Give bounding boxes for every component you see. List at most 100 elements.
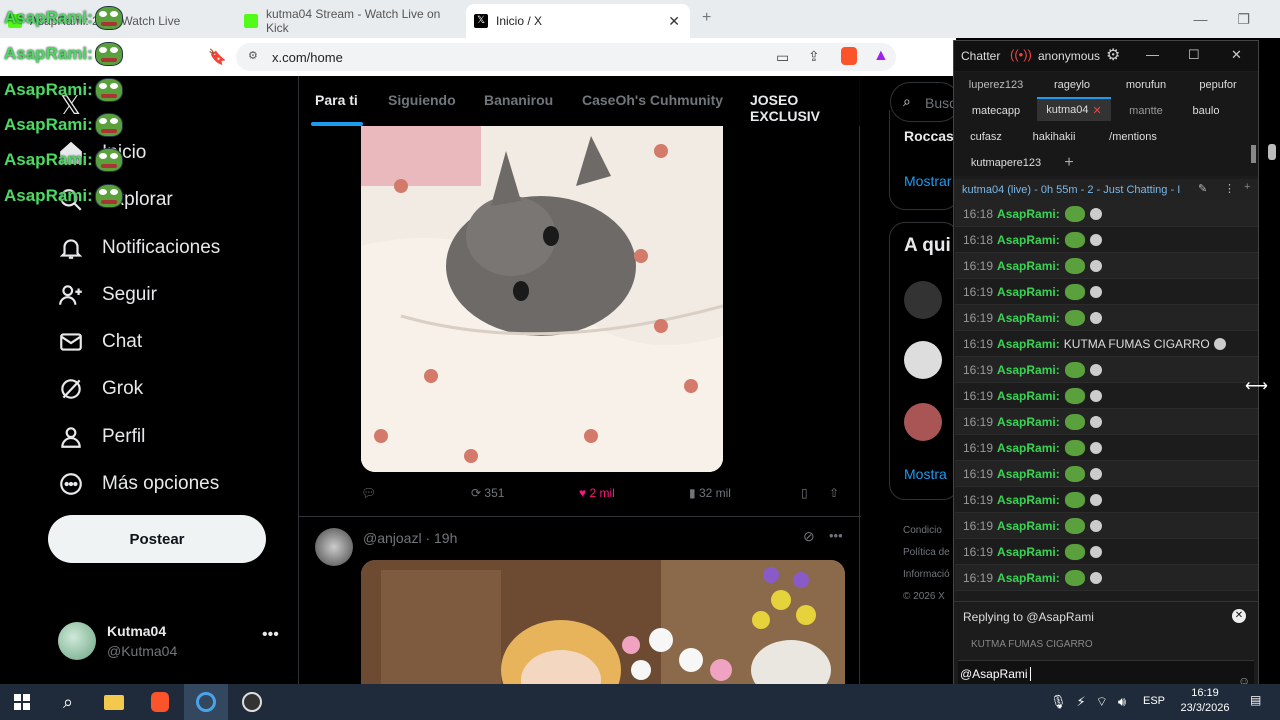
chat-message[interactable]: 16:19 AsapRami: <box>955 539 1258 565</box>
message-username[interactable]: AsapRami: <box>997 337 1060 351</box>
account-user[interactable]: anonymous <box>1038 49 1100 63</box>
page-scrollbar-thumb[interactable] <box>1268 144 1276 160</box>
footer-link[interactable]: Condicio <box>903 520 950 542</box>
edit-icon[interactable]: ✎ <box>1192 182 1214 195</box>
post-author-avatar[interactable] <box>315 528 353 566</box>
site-settings-icon[interactable]: ⚙ <box>248 49 258 62</box>
chat-message[interactable]: 16:19 AsapRami: KUTMA FUMAS CIGARRO <box>955 331 1258 357</box>
nav-grok[interactable]: Grok <box>58 376 143 402</box>
new-tab-button[interactable]: + <box>702 9 711 27</box>
wifi-icon[interactable]: ⌔ <box>1096 694 1108 710</box>
reply-icon[interactable] <box>1089 207 1102 220</box>
reply-icon[interactable] <box>1089 285 1102 298</box>
chat-message[interactable]: 16:19 AsapRami: <box>955 461 1258 487</box>
reply-icon[interactable] <box>1089 571 1102 584</box>
tab-community-2[interactable]: CaseOh's Cuhmunity <box>582 92 723 108</box>
reply-icon[interactable] <box>1089 519 1102 532</box>
suggested-avatar[interactable] <box>904 403 942 441</box>
nav-more[interactable]: Más opciones <box>58 471 219 497</box>
address-bar[interactable]: ⚙ x.com/home <box>236 43 896 71</box>
tab-for-you[interactable]: Para ti <box>315 92 358 108</box>
tab-rageylo[interactable]: rageylo <box>1035 73 1109 97</box>
reply-icon[interactable] <box>1213 337 1226 350</box>
scrollbar-thumb[interactable] <box>1251 145 1256 163</box>
add-split-icon[interactable]: + <box>1244 181 1250 193</box>
message-username[interactable]: AsapRami: <box>997 207 1060 221</box>
minimize-icon[interactable]: — <box>1193 11 1207 27</box>
message-username[interactable]: AsapRami: <box>997 233 1060 247</box>
cancel-reply-icon[interactable]: ✕ <box>1232 609 1246 623</box>
restore-icon[interactable]: ❐ <box>1237 11 1250 28</box>
like-button[interactable]: ♥ 2 mil <box>579 486 615 500</box>
message-username[interactable]: AsapRami: <box>997 389 1060 403</box>
maximize-icon[interactable]: ☐ <box>1188 47 1200 63</box>
chat-message[interactable]: 16:19 AsapRami: <box>955 565 1258 591</box>
brave-browser-icon[interactable] <box>138 684 182 720</box>
reply-icon[interactable] <box>1089 415 1102 428</box>
message-username[interactable]: AsapRami: <box>997 441 1060 455</box>
post-image-kitten[interactable] <box>361 126 723 472</box>
message-username[interactable]: AsapRami: <box>997 493 1060 507</box>
post-button[interactable]: Postear <box>48 515 266 563</box>
close-tab-icon[interactable]: ✕ <box>1092 104 1101 117</box>
bookmark-icon[interactable]: 🔖 <box>208 48 227 66</box>
message-username[interactable]: AsapRami: <box>997 285 1060 299</box>
chat-message[interactable]: 16:18 AsapRami: <box>955 227 1258 253</box>
nav-notifications[interactable]: Notificaciones <box>58 235 220 261</box>
tab-following[interactable]: Siguiendo <box>388 92 456 108</box>
chat-message[interactable]: 16:19 AsapRami: <box>955 513 1258 539</box>
language-indicator[interactable]: ESP <box>1143 695 1165 707</box>
clock[interactable]: 16:19 23/3/2026 <box>1175 686 1235 716</box>
cast-icon[interactable]: ▭ <box>776 49 789 66</box>
reply-icon[interactable]: 💬︎ <box>361 486 376 500</box>
chatterino-taskbar-icon[interactable] <box>184 684 228 720</box>
brave-rewards-icon[interactable]: ▲ <box>873 47 889 65</box>
reply-icon[interactable] <box>1089 233 1102 246</box>
nav-profile[interactable]: Perfil <box>58 424 145 450</box>
tab-community-1[interactable]: Bananirou <box>484 92 553 108</box>
message-username[interactable]: AsapRami: <box>997 571 1060 585</box>
tab-matecapp[interactable]: matecapp <box>959 99 1033 123</box>
reply-icon[interactable] <box>1089 259 1102 272</box>
post-image-anime[interactable] <box>361 560 845 684</box>
start-button[interactable] <box>0 684 44 720</box>
suggested-avatar[interactable] <box>904 341 942 379</box>
chat-message[interactable]: 16:19 AsapRami: <box>955 383 1258 409</box>
reply-icon[interactable] <box>1089 441 1102 454</box>
reply-icon[interactable] <box>1089 467 1102 480</box>
settings-gear-icon[interactable]: ⚙ <box>1106 45 1120 65</box>
tab-hakihakii[interactable]: hakihakii <box>1019 125 1089 149</box>
footer-link[interactable]: Política de <box>903 542 950 564</box>
tab-kutmapere123[interactable]: kutmapere123 <box>959 151 1053 175</box>
suggested-avatar[interactable] <box>904 281 942 319</box>
tab-community-3[interactable]: JOSEO EXCLUSIV <box>750 92 861 124</box>
message-username[interactable]: AsapRami: <box>997 519 1060 533</box>
obs-icon[interactable] <box>230 684 274 720</box>
chat-message[interactable]: 16:19 AsapRami: <box>955 487 1258 513</box>
reply-icon[interactable] <box>1089 493 1102 506</box>
chat-message[interactable]: 16:19 AsapRami: <box>955 435 1258 461</box>
tab-baulo[interactable]: baulo <box>1179 99 1233 123</box>
tab-mentions[interactable]: /mentions <box>1095 125 1171 149</box>
post-more-icon[interactable]: ••• <box>829 528 843 543</box>
tab-luperez123[interactable]: luperez123 <box>959 73 1033 97</box>
browser-tab-2[interactable]: kutma04 Stream - Watch Live on Kick <box>236 4 462 38</box>
close-icon[interactable]: ✕ <box>1231 47 1242 63</box>
notification-icon[interactable]: ▤ <box>1250 693 1261 707</box>
reply-icon[interactable] <box>1089 311 1102 324</box>
chat-message[interactable]: 16:19 AsapRami: <box>955 279 1258 305</box>
chat-message[interactable]: 16:19 AsapRami: <box>955 357 1258 383</box>
trend-label[interactable]: Roccas <box>904 128 954 144</box>
tab-morufun[interactable]: morufun <box>1111 73 1181 97</box>
tab-mantte[interactable]: mantte <box>1115 99 1177 123</box>
message-username[interactable]: AsapRami: <box>997 415 1060 429</box>
nav-chat[interactable]: Chat <box>58 329 142 355</box>
message-username[interactable]: AsapRami: <box>997 259 1060 273</box>
share-icon[interactable]: ⇪ <box>808 48 820 65</box>
minimize-icon[interactable]: — <box>1146 47 1159 62</box>
add-tab-icon[interactable]: + <box>1057 151 1081 175</box>
message-username[interactable]: AsapRami: <box>997 467 1060 481</box>
reply-icon[interactable] <box>1089 545 1102 558</box>
views-button[interactable]: ▮ 32 mil <box>689 486 731 500</box>
show-more-link[interactable]: Mostra <box>904 466 947 482</box>
